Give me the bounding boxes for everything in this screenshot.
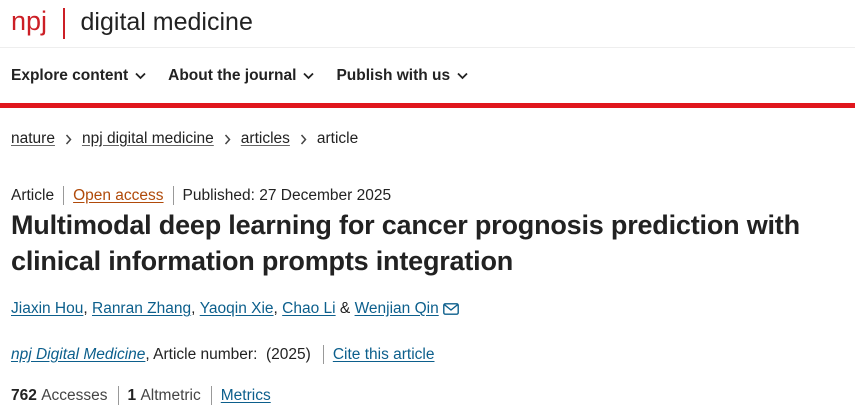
nav-explore-content-label: Explore content	[11, 66, 129, 84]
journal-info: npj Digital Medicine , Article number: (…	[11, 345, 434, 364]
author-link[interactable]: Chao Li	[282, 300, 335, 318]
breadcrumb-link-articles[interactable]: articles	[241, 130, 290, 148]
author-link[interactable]: Ranran Zhang	[92, 300, 191, 318]
breadcrumb-current: article	[316, 130, 359, 147]
article-number: , Article number: (2025)	[145, 345, 311, 363]
breadcrumb: nature npj digital medicine articles art…	[11, 130, 358, 148]
divider	[63, 186, 65, 205]
chevron-down-icon	[303, 72, 315, 79]
article-meta: Article Open access Published: 27 Decemb…	[11, 186, 391, 205]
published-date: Published: 27 December 2025	[182, 186, 392, 204]
accesses-count: 762	[11, 386, 37, 404]
nav-explore-content[interactable]: Explore content	[11, 67, 146, 85]
nav-about-journal-label: About the journal	[168, 66, 297, 84]
chevron-down-icon	[135, 72, 146, 79]
chevron-right-icon	[300, 134, 307, 144]
author-link[interactable]: Yaoqin Xie	[200, 300, 274, 318]
nav-publish-with-us-label: Publish with us	[336, 66, 451, 84]
nav-publish-with-us[interactable]: Publish with us	[336, 67, 468, 85]
divider	[210, 386, 212, 405]
divider	[172, 186, 174, 205]
author-link[interactable]: Jiaxin Hou	[11, 300, 83, 318]
nav-about-journal[interactable]: About the journal	[168, 66, 315, 85]
article-metrics: 762 Accesses 1 Altmetric Metrics	[11, 386, 271, 405]
main-nav: Explore content About the journal Publis…	[0, 48, 855, 108]
brand-logo-npj[interactable]: npj	[11, 8, 47, 35]
author-separator: ,	[83, 300, 92, 317]
chevron-right-icon	[65, 134, 72, 144]
metrics-link[interactable]: Metrics	[221, 387, 271, 405]
mail-icon[interactable]	[442, 303, 459, 315]
author-link[interactable]: Wenjian Qin	[355, 300, 439, 318]
article-title: Multimodal deep learning for cancer prog…	[11, 210, 800, 276]
brand-divider	[63, 8, 65, 39]
author-separator: ,	[191, 300, 200, 317]
chevron-right-icon	[224, 134, 231, 144]
article-type: Article	[11, 186, 55, 204]
altmetric-count: 1	[127, 386, 137, 404]
accesses-label: Accesses	[41, 386, 108, 404]
breadcrumb-link-journal[interactable]: npj digital medicine	[82, 130, 214, 148]
divider	[322, 345, 324, 364]
author-list: Jiaxin Hou, Ranran Zhang, Yaoqin Xie, Ch…	[11, 300, 459, 318]
brand-journal-title[interactable]: digital medicine	[81, 10, 253, 35]
open-access-link[interactable]: Open access	[73, 187, 163, 205]
site-header: npj digital medicine	[0, 0, 855, 48]
author-separator: &	[335, 300, 355, 317]
chevron-down-icon	[457, 72, 468, 79]
journal-name-link[interactable]: npj Digital Medicine	[11, 346, 145, 364]
breadcrumb-link-nature[interactable]: nature	[11, 130, 55, 148]
divider	[117, 386, 119, 405]
cite-article-link[interactable]: Cite this article	[333, 346, 435, 364]
author-separator: ,	[273, 300, 283, 317]
altmetric-label: Altmetric	[140, 386, 201, 404]
